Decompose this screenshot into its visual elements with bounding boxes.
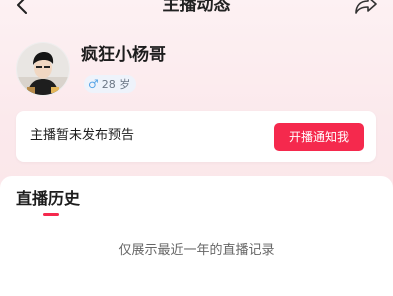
section-title: 直播历史 <box>16 189 81 208</box>
gender-age-badge: ♂ 28 岁 <box>84 75 137 93</box>
male-icon: ♂ <box>88 77 99 91</box>
share-button[interactable] <box>353 0 379 16</box>
live-history-panel: 直播历史 仅展示最近一年的直播记录 <box>0 176 393 296</box>
notice-text: 主播暂未发布预告 <box>30 128 135 143</box>
avatar[interactable] <box>16 42 70 96</box>
notify-on-live-button[interactable]: 开播通知我 <box>274 123 364 151</box>
empty-state-text: 仅展示最近一年的直播记录 <box>118 243 275 258</box>
share-icon <box>355 0 377 14</box>
preview-notice-card: 主播暂未发布预告 开播通知我 <box>16 111 376 162</box>
top-bar: 主播动态 <box>0 0 393 22</box>
title-underline <box>43 213 59 216</box>
streamer-name: 疯狂小杨哥 <box>81 45 166 65</box>
age-label: 28 岁 <box>101 78 131 91</box>
page-title: 主播动态 <box>162 0 231 15</box>
